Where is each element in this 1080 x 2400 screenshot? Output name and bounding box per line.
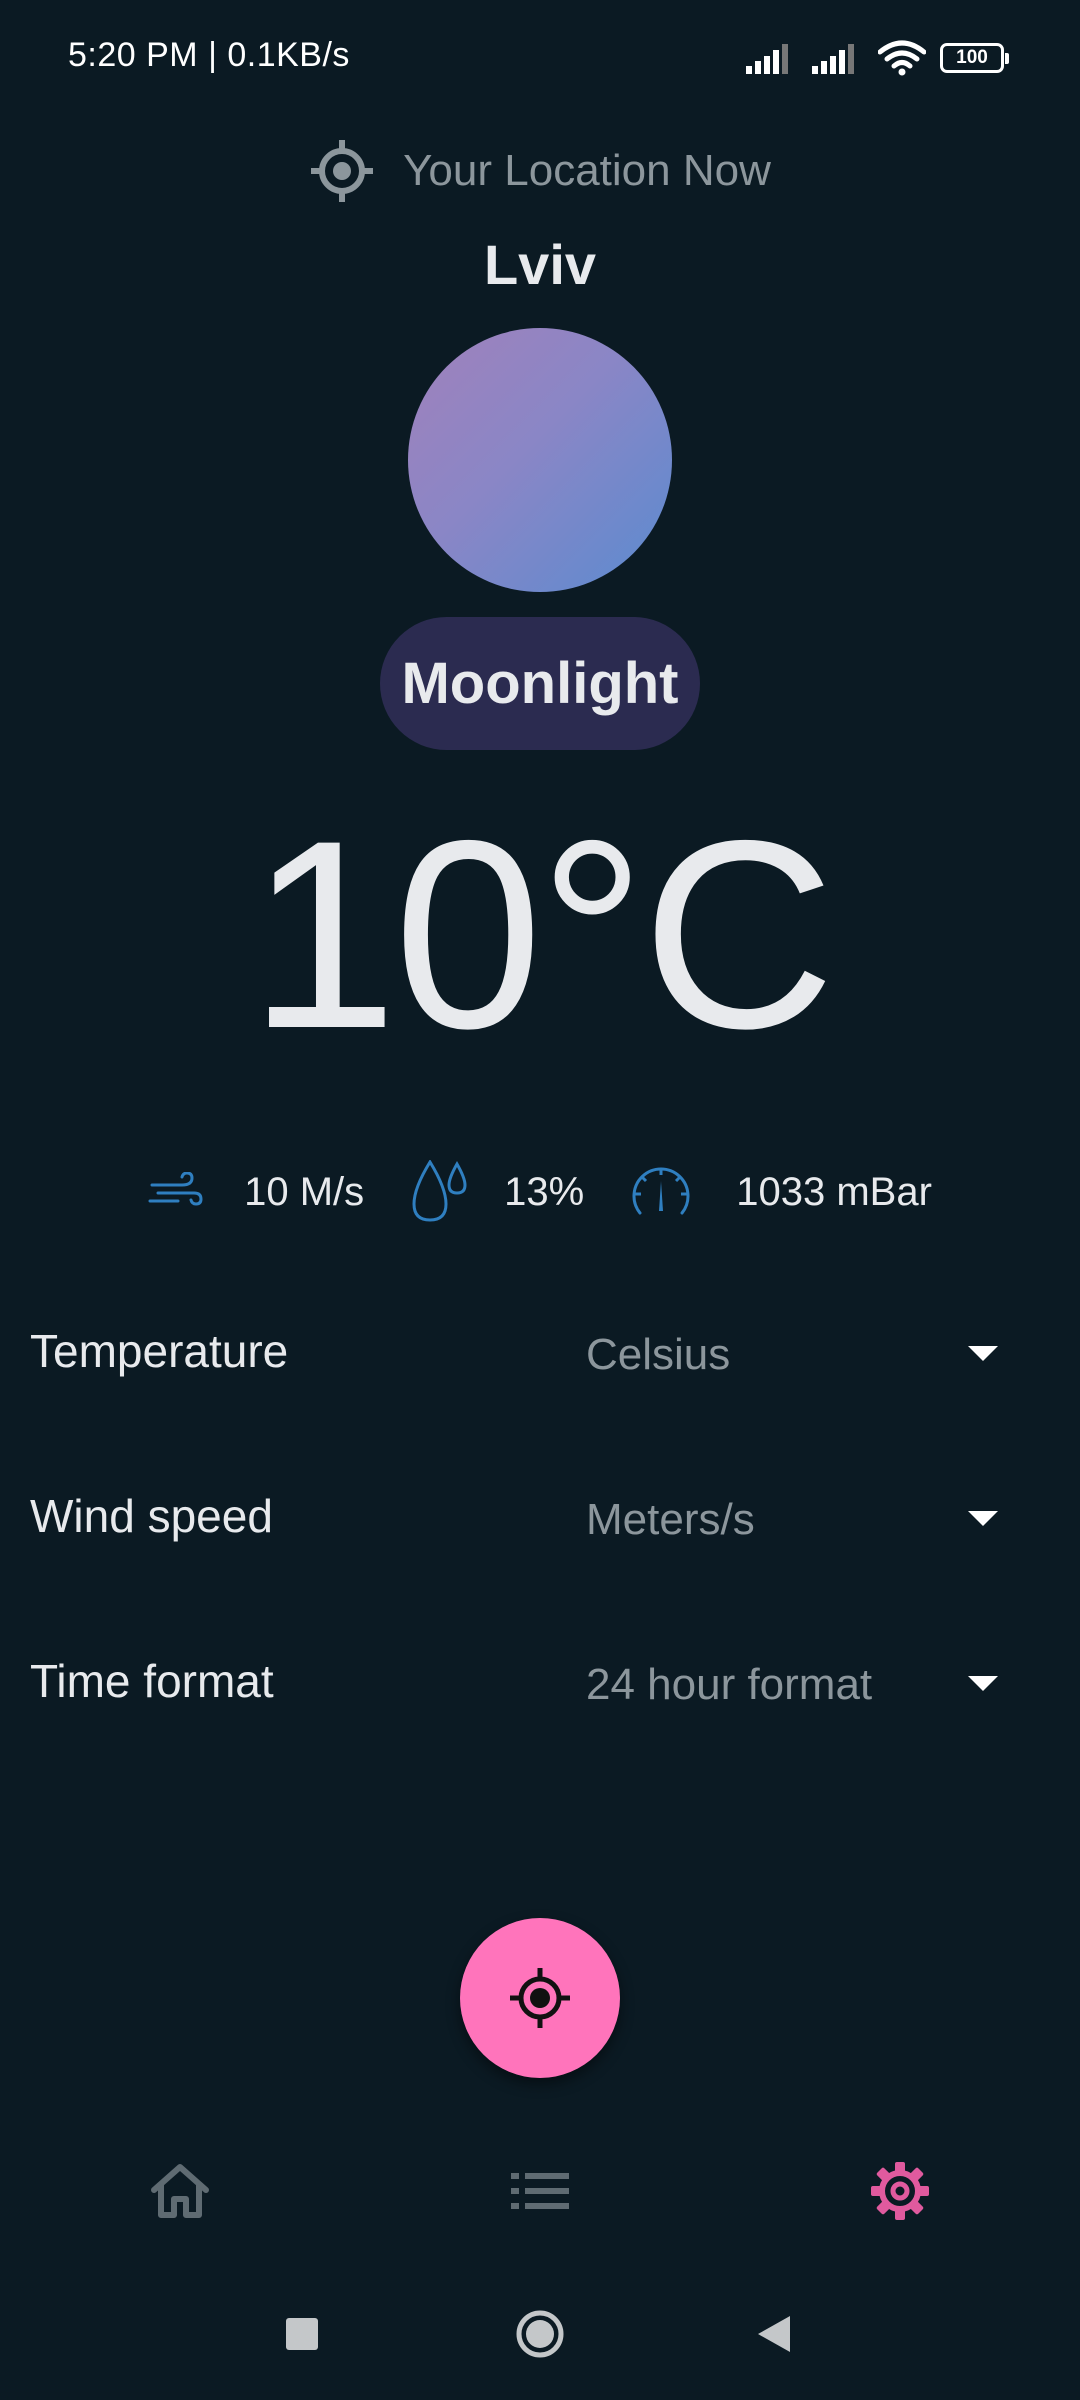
setting-value[interactable]: 24 hour format <box>586 1660 872 1710</box>
dropdown-arrow-icon[interactable] <box>968 1346 998 1361</box>
weather-stats: 10 M/s 13% 1033 mBar <box>0 1160 1080 1224</box>
wind-icon <box>148 1172 204 1212</box>
temperature-value: 10°C <box>248 784 836 1084</box>
nav-settings[interactable] <box>860 2156 940 2226</box>
condition-badge: Moonlight <box>380 617 700 750</box>
dropdown-arrow-icon[interactable] <box>968 1676 998 1691</box>
location-header: Your Location Now <box>0 138 1080 204</box>
nav-list[interactable] <box>500 2156 580 2226</box>
home-icon <box>151 2164 209 2218</box>
status-time: 5:20 PM | 0.1KB/s <box>68 36 350 74</box>
system-back-button[interactable] <box>744 2304 804 2364</box>
setting-temperature[interactable]: Temperature Celsius <box>0 1304 1080 1404</box>
square-icon <box>286 2318 318 2350</box>
signal-icon <box>812 44 854 74</box>
humidity-icon <box>410 1160 470 1224</box>
setting-label: Temperature <box>30 1325 289 1377</box>
setting-label: Wind speed <box>30 1490 273 1542</box>
location-label: Your Location Now <box>403 146 771 195</box>
status-icons: 100 <box>746 40 1009 76</box>
setting-wind-speed[interactable]: Wind speed Meters/s <box>0 1469 1080 1569</box>
list-icon <box>511 2173 569 2209</box>
condition-text: Moonlight <box>401 651 679 716</box>
setting-value[interactable]: Celsius <box>586 1330 730 1380</box>
dropdown-arrow-icon[interactable] <box>968 1511 998 1526</box>
wind-value: 10 M/s <box>244 1169 365 1214</box>
back-triangle-icon <box>758 2316 790 2352</box>
pressure-gauge-icon <box>630 1163 692 1221</box>
setting-label: Time format <box>30 1655 274 1707</box>
moon-icon <box>408 328 672 592</box>
battery-level: 100 <box>956 47 988 68</box>
nav-home[interactable] <box>140 2156 220 2226</box>
wifi-icon <box>878 40 926 76</box>
signal-icon <box>746 44 788 74</box>
city-name: Lviv <box>483 233 597 296</box>
battery-icon: 100 <box>940 43 1009 73</box>
gear-icon <box>871 2162 929 2220</box>
circle-icon <box>516 2310 564 2358</box>
my-location-button[interactable] <box>460 1918 620 2078</box>
system-home-button[interactable] <box>510 2304 570 2364</box>
setting-value[interactable]: Meters/s <box>586 1495 755 1545</box>
setting-time-format[interactable]: Time format 24 hour format <box>0 1634 1080 1734</box>
system-recents-button[interactable] <box>272 2304 332 2364</box>
my-location-icon <box>510 1968 570 2028</box>
pressure-value: 1033 mBar <box>736 1169 932 1214</box>
humidity-value: 13% <box>504 1169 585 1214</box>
crosshair-icon <box>311 140 374 202</box>
